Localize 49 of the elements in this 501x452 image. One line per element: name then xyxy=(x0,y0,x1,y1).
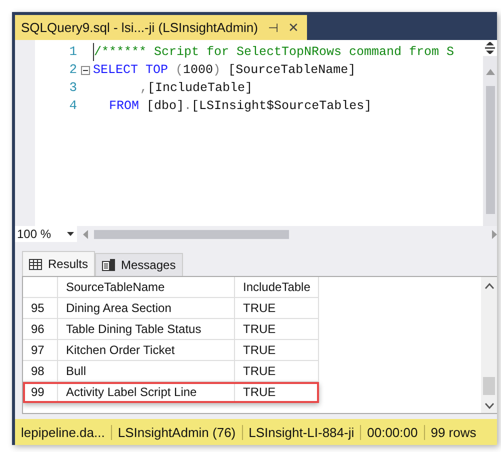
table-cell: Activity Label Script Line xyxy=(58,382,234,402)
column-header[interactable]: SourceTableName xyxy=(58,277,234,298)
scroll-right-icon[interactable] xyxy=(492,230,497,238)
code-line: SELECT TOP (1000) [SourceTableName] xyxy=(93,62,357,79)
scrollbar-thumb[interactable] xyxy=(94,230,289,238)
status-text: LSInsight-LI-884-ji xyxy=(242,424,360,440)
table-cell: Bull xyxy=(58,360,234,382)
document-tab[interactable]: SQLQuery9.sql - lsi...-ji (LSInsightAdmin) ⊣ ✕ xyxy=(15,15,307,40)
close-button[interactable]: ✕ xyxy=(288,20,299,35)
scrollbar-thumb[interactable] xyxy=(486,86,494,214)
row-number: 96 xyxy=(23,318,58,340)
line-number: 4 xyxy=(68,97,77,115)
collapse-icon[interactable] xyxy=(80,66,90,74)
code-editor[interactable]: 1 2 3 4 /****** Script for SelectTopNRows command from S SELECT TOP (1000) [SourceTableName] ,[IncludeTable] FROM [dbo].[LSInsight$SourceTables] xyxy=(15,40,497,226)
row-number: 99 xyxy=(23,382,58,402)
line-number: 2 xyxy=(68,61,77,79)
scroll-up-icon[interactable] xyxy=(484,283,494,289)
table-cell: TRUE xyxy=(234,360,319,382)
results-tab[interactable]: Messages xyxy=(95,253,183,276)
table-cell: TRUE xyxy=(234,340,319,360)
table-cell: Kitchen Order Ticket xyxy=(58,340,234,360)
scrollbar-thumb[interactable] xyxy=(483,377,495,395)
zoom-dropdown[interactable]: 100 % xyxy=(15,226,77,242)
table-cell: TRUE xyxy=(234,382,319,402)
code-line: ,[IncludeTable] xyxy=(139,80,254,97)
pin-button[interactable]: ⊣ xyxy=(268,20,278,34)
row-number: 95 xyxy=(23,298,58,318)
status-text: LSInsightAdmin (76) xyxy=(110,424,242,440)
results-tab[interactable]: Results xyxy=(22,251,96,276)
document-icon xyxy=(102,259,116,271)
code-line: FROM [dbo].[LSInsight$SourceTables] xyxy=(108,98,373,115)
caret-icon[interactable] xyxy=(67,232,74,236)
scroll-left-icon[interactable] xyxy=(83,230,88,238)
table-cell: Dining Area Section xyxy=(58,298,234,318)
status-text: 99 rows xyxy=(424,424,482,440)
table-cell: TRUE xyxy=(234,298,319,318)
table-cell: TRUE xyxy=(234,318,319,340)
row-number: 97 xyxy=(23,340,58,360)
grid-icon xyxy=(29,258,42,270)
table-cell: Table Dining Table Status xyxy=(58,318,234,340)
line-number: 3 xyxy=(68,79,77,97)
status-text: lepipeline.da... xyxy=(20,424,106,440)
status-text: 00:00:00 xyxy=(360,424,424,440)
splitter-icon[interactable] xyxy=(483,40,497,56)
document-title: SQLQuery9.sql - lsi...-ji (LSInsightAdmin) xyxy=(21,20,258,35)
column-header[interactable]: IncludeTable xyxy=(234,277,319,298)
scroll-down-icon[interactable] xyxy=(484,403,494,409)
line-number: 1 xyxy=(68,43,77,61)
row-number: 98 xyxy=(23,360,58,382)
